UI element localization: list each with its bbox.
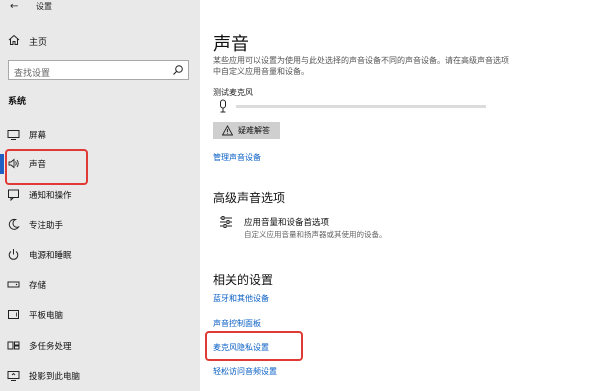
home-label: 主页 — [29, 38, 48, 48]
sidebar-item-label: 电源和睡眠 — [29, 251, 72, 261]
sidebar-item-multitasking[interactable]: 多任务处理 — [0, 336, 200, 356]
sidebar-item-label: 多任务处理 — [29, 342, 72, 352]
sidebar-item-label: 专注助手 — [29, 221, 64, 231]
sidebar-item-label: 屏幕 — [29, 131, 47, 141]
sidebar-item-display[interactable]: 屏幕 — [0, 125, 200, 145]
highlight-box-sound — [5, 149, 88, 185]
power-icon — [8, 249, 19, 260]
project-icon — [7, 371, 20, 381]
main-content: 声音 某些应用可以设置为使用与此处选择的声音设备不同的声音设备。请在高级声音选项… — [200, 0, 600, 391]
related-settings-header: 相关的设置 — [213, 273, 274, 287]
sidebar-item-focus-assist[interactable]: 专注助手 — [0, 215, 200, 235]
section-header-system: 系统 — [8, 97, 27, 107]
home-icon — [8, 34, 20, 45]
multitask-icon — [7, 341, 20, 350]
search-box[interactable] — [8, 60, 189, 83]
page-title: 声音 — [213, 34, 249, 55]
monitor-icon — [7, 130, 20, 140]
bluetooth-devices-link[interactable]: 蓝牙和其他设备 — [213, 293, 269, 304]
sidebar-item-label: 平板电脑 — [29, 311, 64, 321]
sidebar-item-storage[interactable]: 存储 — [0, 275, 200, 295]
sidebar-item-notifications[interactable]: 通知和操作 — [0, 185, 200, 205]
advanced-sound-options-header: 高级声音选项 — [213, 191, 286, 205]
storage-icon — [7, 281, 20, 288]
page-description: 某些应用可以设置为使用与此处选择的声音设备不同的声音设备。请在高级声音选项中自定… — [213, 56, 509, 76]
manage-sound-devices-link[interactable]: 管理声音设备 — [213, 152, 261, 163]
back-arrow-icon[interactable]: ← — [10, 1, 18, 12]
sidebar-item-label: 投影到此电脑 — [29, 372, 81, 382]
search-icon[interactable] — [172, 64, 184, 76]
sidebar: ← 设置 主页 系统 屏幕 声音 通知和操作 专注助手 电源和睡眠 存储 平板电… — [0, 0, 200, 391]
title-bar: ← 设置 — [0, 0, 200, 14]
app-volume-title[interactable]: 应用音量和设备首选项 — [244, 216, 329, 228]
troubleshoot-button[interactable]: 疑难解答 — [213, 122, 280, 139]
warning-icon — [222, 125, 233, 136]
tablet-icon — [8, 310, 19, 319]
search-input[interactable] — [9, 65, 159, 83]
highlight-box-mic-privacy — [205, 331, 303, 361]
troubleshoot-label: 疑难解答 — [238, 126, 270, 135]
ease-of-access-audio-link[interactable]: 轻松访问音频设置 — [213, 366, 277, 377]
microphone-icon — [220, 99, 226, 113]
notification-icon — [8, 189, 19, 201]
home-nav-item[interactable]: 主页 — [0, 32, 200, 52]
mic-level-meter — [236, 105, 486, 108]
app-volume-description: 自定义应用音量和扬声器或其使用的设备。 — [244, 230, 387, 239]
sound-control-panel-link[interactable]: 声音控制面板 — [213, 318, 261, 329]
sidebar-item-label: 通知和操作 — [29, 191, 72, 201]
sidebar-item-power-sleep[interactable]: 电源和睡眠 — [0, 245, 200, 265]
window-title: 设置 — [36, 2, 52, 11]
moon-icon — [8, 218, 20, 230]
sidebar-item-tablet[interactable]: 平板电脑 — [0, 305, 200, 325]
app-volume-icon[interactable] — [219, 215, 233, 229]
test-mic-label: 测试麦克风 — [213, 88, 253, 97]
sidebar-item-project-to-pc[interactable]: 投影到此电脑 — [0, 366, 200, 386]
sidebar-item-label: 存储 — [29, 281, 47, 291]
